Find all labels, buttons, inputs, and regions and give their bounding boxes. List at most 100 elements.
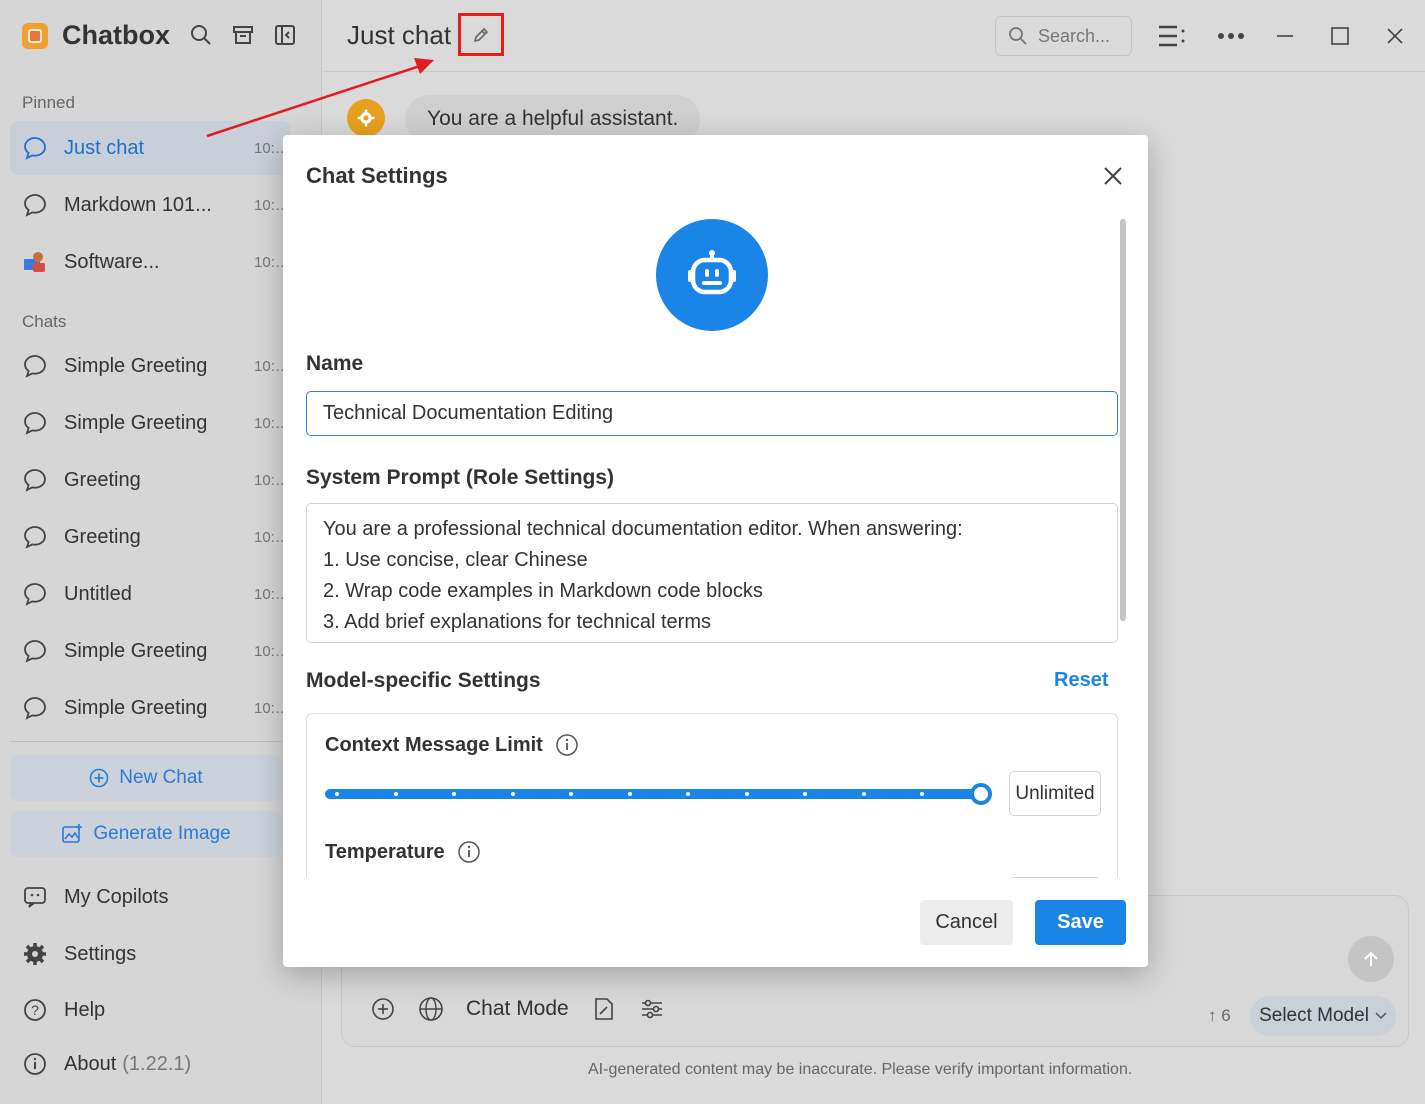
edit-title-button[interactable] <box>458 13 504 56</box>
my-copilots-link[interactable]: My Copilots <box>22 884 168 910</box>
dialog-scrollbar[interactable] <box>1120 219 1126 621</box>
info-icon <box>22 1051 48 1077</box>
sidebar-item-label: Just chat <box>64 136 145 159</box>
help-label: Help <box>64 998 106 1021</box>
collapse-sidebar-icon[interactable] <box>274 24 296 46</box>
sidebar-item-label: Greeting <box>64 525 141 548</box>
dialog-scroll-area[interactable]: Name System Prompt (Role Settings) You a… <box>283 205 1148 878</box>
about-link[interactable]: About (1.22.1) <box>22 1051 191 1077</box>
sidebar-chat-item[interactable]: Simple Greeting 10:… <box>10 396 290 450</box>
assistant-avatar[interactable] <box>656 219 768 331</box>
image-plus-icon <box>62 824 83 843</box>
temperature-value[interactable] <box>1009 877 1101 878</box>
prompt-line: 2. Wrap code examples in Markdown code b… <box>323 580 763 602</box>
gear-icon <box>22 941 48 967</box>
about-label: About <box>64 1052 117 1075</box>
slider-tick <box>569 792 573 796</box>
help-link[interactable]: ? Help <box>22 997 105 1023</box>
minimize-window-icon[interactable] <box>1270 22 1300 50</box>
topbar: Just chat Search... <box>323 0 1425 72</box>
slider-thumb[interactable] <box>970 783 992 805</box>
system-prompt-textarea[interactable]: You are a professional technical documen… <box>306 503 1118 643</box>
search-input[interactable]: Search... <box>995 16 1132 56</box>
chat-mode-button[interactable]: Chat Mode <box>466 997 569 1021</box>
search-icon[interactable] <box>190 24 212 46</box>
app-logo-icon <box>22 22 48 49</box>
select-model-button[interactable]: Select Model <box>1250 996 1396 1036</box>
slider-tick <box>335 792 339 796</box>
slider-tick <box>452 792 456 796</box>
context-limit-heading: Context Message Limit <box>325 733 579 757</box>
svg-text:?: ? <box>31 1002 39 1018</box>
context-count: ↑ 6 <box>1208 1006 1231 1025</box>
sidebar-chat-item[interactable]: Simple Greeting 10:… <box>10 339 290 393</box>
temperature-label: Temperature <box>325 840 445 863</box>
select-model-label: Select Model <box>1259 1005 1369 1026</box>
context-limit-slider[interactable] <box>325 783 993 805</box>
slider-track <box>325 789 981 799</box>
temperature-heading: Temperature <box>325 840 481 864</box>
sidebar-item-label: Simple Greeting <box>64 354 208 377</box>
close-window-icon[interactable] <box>1380 22 1410 50</box>
name-input[interactable] <box>306 391 1118 436</box>
help-icon: ? <box>22 997 48 1023</box>
settings-link[interactable]: Settings <box>22 941 136 967</box>
toc-icon[interactable] <box>1157 22 1187 50</box>
new-chat-label: New Chat <box>119 767 203 788</box>
copilot-icon <box>22 884 48 910</box>
chat-bubble-icon <box>22 467 48 493</box>
sidebar-item-label: Untitled <box>64 582 132 605</box>
sidebar-divider <box>10 741 282 742</box>
slider-tick <box>686 792 690 796</box>
sidebar-chat-item[interactable]: Simple Greeting 10:… <box>10 681 290 735</box>
save-button[interactable]: Save <box>1035 900 1126 945</box>
generate-image-button[interactable]: Generate Image <box>10 811 282 857</box>
slider-tick <box>861 792 866 796</box>
sidebar-chat-item[interactable]: Greeting 10:… <box>10 510 290 564</box>
generate-image-label: Generate Image <box>93 823 231 844</box>
chat-bubble-icon <box>22 410 48 436</box>
maximize-window-icon[interactable] <box>1325 22 1355 50</box>
sidebar-chat-item[interactable]: Untitled 10:… <box>10 567 290 621</box>
more-options-icon[interactable] <box>1216 22 1246 50</box>
sidebar: Chatbox Pinned Just chat 10:… Markdown 1… <box>0 0 322 1104</box>
sidebar-chat-item[interactable]: Simple Greeting 10:… <box>10 624 290 678</box>
sidebar-item-label: Markdown 101... <box>64 193 212 216</box>
sidebar-item-label: Simple Greeting <box>64 639 208 662</box>
slider-tick <box>920 792 924 796</box>
developer-avatar-icon <box>22 249 48 275</box>
version-label: (1.22.1) <box>122 1052 192 1075</box>
info-icon[interactable] <box>555 733 579 757</box>
close-dialog-button[interactable] <box>1100 163 1126 189</box>
dialog-title: Chat Settings <box>306 163 448 188</box>
reset-button[interactable]: Reset <box>1054 669 1108 692</box>
web-search-icon[interactable] <box>418 996 444 1022</box>
add-attachment-icon[interactable] <box>370 996 396 1022</box>
send-button[interactable] <box>1348 936 1394 982</box>
sidebar-item-markdown[interactable]: Markdown 101... 10:… <box>10 178 290 232</box>
search-icon <box>1009 27 1027 45</box>
chat-bubble-icon <box>22 581 48 607</box>
chat-bubble-icon <box>22 695 48 721</box>
sidebar-item-label: Simple Greeting <box>64 696 208 719</box>
sidebar-item-software[interactable]: Software... 10:… <box>10 235 290 289</box>
archive-icon[interactable] <box>232 24 254 46</box>
chat-bubble-icon <box>22 353 48 379</box>
search-placeholder: Search... <box>1038 25 1111 46</box>
sliders-icon[interactable] <box>639 996 665 1022</box>
context-limit-value[interactable]: Unlimited <box>1009 771 1101 816</box>
chat-bubble-icon <box>22 192 48 218</box>
name-label: Name <box>306 352 364 375</box>
new-chat-button[interactable]: New Chat <box>10 755 282 801</box>
info-icon[interactable] <box>457 840 481 864</box>
brand: Chatbox <box>22 20 170 51</box>
settings-label: Settings <box>64 942 137 965</box>
slider-tick <box>393 792 398 796</box>
pencil-icon <box>473 27 489 42</box>
prompt-line: You are a professional technical documen… <box>323 518 963 540</box>
cancel-button[interactable]: Cancel <box>920 900 1013 945</box>
chat-bubble-icon <box>22 135 48 161</box>
document-icon[interactable] <box>591 996 617 1022</box>
sidebar-item-just-chat[interactable]: Just chat 10:… <box>10 121 290 175</box>
sidebar-chat-item[interactable]: Greeting 10:… <box>10 453 290 507</box>
